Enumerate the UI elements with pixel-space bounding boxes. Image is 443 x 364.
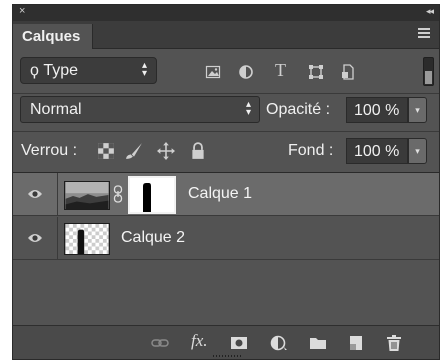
- resize-grip[interactable]: [213, 355, 241, 357]
- image-filter-icon[interactable]: [205, 64, 221, 80]
- opacity-field[interactable]: 100 %: [346, 97, 408, 123]
- close-panel-button[interactable]: ×: [19, 5, 25, 17]
- panel-tab-bar: Calques: [13, 21, 439, 49]
- new-layer-icon[interactable]: [347, 334, 365, 352]
- select-arrows-icon: ▴ ▾: [141, 60, 147, 79]
- link-layers-icon[interactable]: [151, 334, 169, 352]
- fill-label: Fond :: [288, 142, 334, 159]
- smart-object-filter-icon[interactable]: [340, 64, 356, 80]
- layer-row[interactable]: Calque 2: [13, 217, 439, 260]
- delete-layer-icon[interactable]: [385, 334, 403, 352]
- opacity-label: Opacité :: [266, 101, 331, 118]
- opacity-dropdown-button[interactable]: ▾: [408, 97, 427, 123]
- adjustment-layer-icon[interactable]: [270, 334, 288, 352]
- layer-filter-row: ϙ Type ▴ ▾ T: [13, 51, 439, 93]
- lock-transparent-pixels-icon[interactable]: [97, 142, 115, 160]
- layer-mask-thumbnail[interactable]: [128, 176, 176, 214]
- tab-calques[interactable]: Calques: [13, 24, 93, 49]
- lock-image-pixels-icon[interactable]: [125, 142, 143, 160]
- filter-type-label: ϙ Type: [30, 62, 79, 79]
- lock-label: Verrou :: [21, 142, 78, 159]
- layer-style-icon[interactable]: fx.: [191, 331, 208, 350]
- eye-icon[interactable]: [27, 232, 43, 244]
- visibility-cell[interactable]: [13, 173, 58, 215]
- visibility-cell[interactable]: [13, 217, 58, 259]
- adjustment-filter-icon[interactable]: [238, 64, 254, 80]
- collapse-panel-button[interactable]: ◂◂: [426, 6, 434, 17]
- blend-mode-label: Normal: [30, 101, 82, 118]
- layer-name[interactable]: Calque 2: [121, 229, 185, 247]
- layer-row[interactable]: Calque 1: [13, 173, 439, 216]
- select-arrows-icon: ▴ ▾: [245, 99, 251, 118]
- add-mask-icon[interactable]: [230, 334, 248, 352]
- mask-link-icon[interactable]: [113, 185, 123, 203]
- filter-toggle-switch[interactable]: [423, 57, 434, 86]
- layer-thumbnail: [64, 223, 110, 255]
- type-filter-icon[interactable]: T: [275, 60, 291, 80]
- layers-bottom-toolbar: fx.: [13, 325, 439, 359]
- filter-type-select[interactable]: ϙ Type ▴ ▾: [20, 57, 157, 84]
- new-group-icon[interactable]: [309, 334, 327, 352]
- panel-title-bar: × ◂◂: [13, 5, 439, 21]
- shape-filter-icon[interactable]: [308, 64, 324, 80]
- layer-name[interactable]: Calque 1: [188, 185, 252, 203]
- eye-icon[interactable]: [27, 188, 43, 200]
- panel-menu-icon[interactable]: [418, 28, 432, 40]
- layers-list: Calque 1 Calque 2: [13, 172, 439, 326]
- lock-position-icon[interactable]: [157, 142, 175, 160]
- layers-panel: × ◂◂ Calques ϙ Type ▴ ▾ T Normal ▴ ▾ Opa…: [12, 4, 440, 360]
- blend-mode-select[interactable]: Normal ▴ ▾: [20, 96, 260, 123]
- lock-all-icon[interactable]: [189, 142, 207, 160]
- fill-field[interactable]: 100 %: [346, 138, 408, 164]
- lock-row: Verrou : Fond : 100 % ▾: [13, 132, 439, 170]
- fill-dropdown-button[interactable]: ▾: [408, 138, 427, 164]
- blend-row: Normal ▴ ▾ Opacité : 100 % ▾: [13, 93, 439, 131]
- layer-thumbnail: [64, 181, 110, 210]
